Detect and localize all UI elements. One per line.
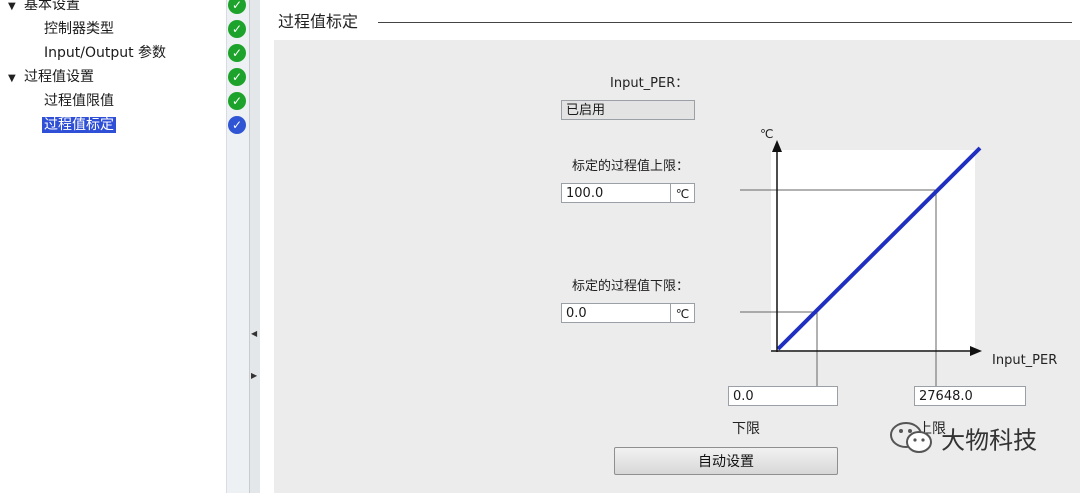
navigation-tree: ▼ 基本设置 控制器类型 Input/Output 参数 ▼ 过程值设置 过程值限值… bbox=[0, 0, 226, 493]
collapse-left-icon[interactable]: ◀ bbox=[251, 328, 257, 340]
raw-lower-input[interactable]: 0.0 bbox=[728, 386, 838, 406]
check-ok-icon: ✓ bbox=[228, 68, 246, 86]
lower-limit-unit: ℃ bbox=[671, 303, 695, 323]
input-per-label: Input_PER： bbox=[610, 76, 689, 91]
raw-lower-label: 下限 bbox=[732, 421, 760, 437]
upper-limit-label: 标定的过程值上限： bbox=[572, 159, 690, 174]
expand-arrow-icon[interactable]: ▼ bbox=[8, 0, 22, 18]
status-column: ✓ ✓ ✓ ✓ ✓ ✓ bbox=[226, 0, 249, 493]
watermark-text: 大物科技 bbox=[941, 426, 1038, 455]
tree-item-input-output-params[interactable]: Input/Output 参数 bbox=[42, 42, 168, 64]
raw-upper-input[interactable]: 27648.0 bbox=[914, 386, 1026, 406]
check-current-icon: ✓ bbox=[228, 116, 246, 134]
check-ok-icon: ✓ bbox=[228, 0, 246, 14]
upper-limit-unit: ℃ bbox=[671, 183, 695, 203]
tree-item-process-value-scaling[interactable]: 过程值标定 bbox=[42, 114, 116, 136]
lower-limit-label: 标定的过程值下限： bbox=[572, 279, 690, 294]
tree-item-label: 控制器类型 bbox=[44, 21, 114, 37]
upper-limit-input[interactable]: 100.0 bbox=[561, 183, 671, 203]
input-per-status-field: 已启用 bbox=[561, 100, 695, 120]
expand-arrow-icon[interactable]: ▼ bbox=[8, 68, 22, 90]
auto-settings-button[interactable]: 自动设置 bbox=[614, 447, 838, 475]
expand-right-icon[interactable]: ▶ bbox=[251, 370, 257, 382]
tree-item-label: 基本设置 bbox=[24, 0, 80, 13]
tree-item-label: Input/Output 参数 bbox=[44, 45, 167, 61]
tree-item-label: 过程值设置 bbox=[24, 69, 94, 85]
wechat-logo-icon bbox=[890, 422, 932, 453]
tree-item-label: 过程值限值 bbox=[44, 93, 114, 109]
title-divider bbox=[378, 22, 1072, 23]
check-ok-icon: ✓ bbox=[228, 92, 246, 110]
watermark: 大物科技 bbox=[888, 420, 1037, 460]
lower-limit-input[interactable]: 0.0 bbox=[561, 303, 671, 323]
check-ok-icon: ✓ bbox=[228, 20, 246, 38]
tree-item-basic-settings[interactable]: ▼ 基本设置 bbox=[8, 0, 82, 16]
tree-item-process-value-settings[interactable]: ▼ 过程值设置 bbox=[8, 66, 96, 88]
tree-item-controller-type[interactable]: 控制器类型 bbox=[42, 18, 116, 40]
check-ok-icon: ✓ bbox=[228, 44, 246, 62]
tree-item-label: 过程值标定 bbox=[42, 117, 116, 133]
section-title: 过程值标定 bbox=[278, 12, 359, 31]
tree-item-process-value-limits[interactable]: 过程值限值 bbox=[42, 90, 116, 112]
